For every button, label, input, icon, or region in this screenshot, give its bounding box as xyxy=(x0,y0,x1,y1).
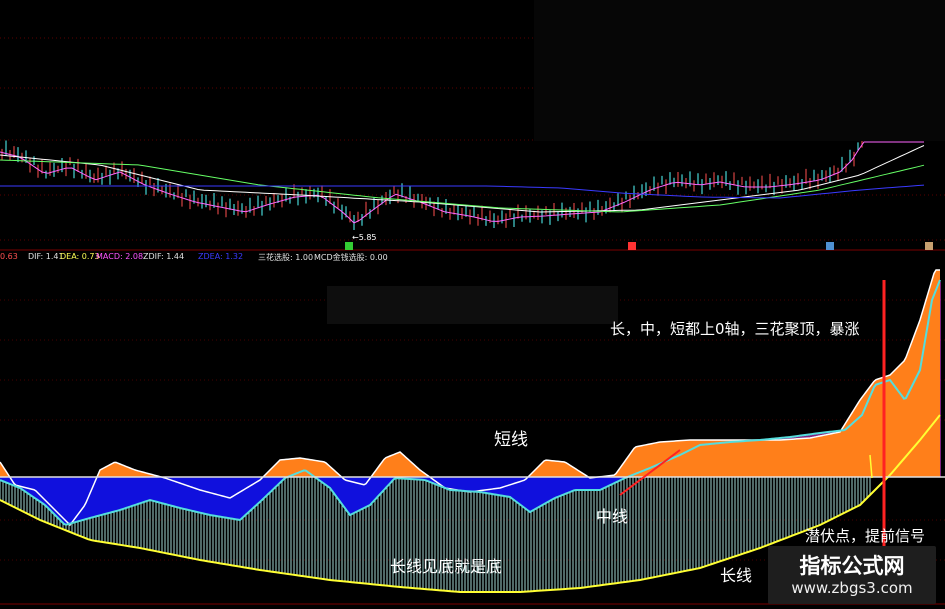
ma-extra-line xyxy=(0,145,925,213)
price-panel: ←5.85 xyxy=(0,134,933,250)
long-line-label: 长线 xyxy=(720,566,753,585)
watermark: 指标公式网 www.zbgs3.com xyxy=(768,546,936,604)
redacted-region xyxy=(327,286,618,324)
indicator-grid xyxy=(0,299,945,561)
indicator-title-item: 三花选股: 1.00 xyxy=(258,253,314,262)
indicator-title-item: 0.63 xyxy=(0,252,18,261)
mid-line-label: 中线 xyxy=(596,507,629,526)
indicator-title-item: DIF: 1.41 xyxy=(28,252,64,261)
indicator-title-item: DEA: 0.73 xyxy=(60,252,100,261)
event-marker xyxy=(925,242,933,250)
price-low-marker: ←5.85 xyxy=(352,233,377,242)
long-line-bottom-label: 长线见底就是底 xyxy=(390,557,503,576)
watermark-url: www.zbgs3.com xyxy=(791,579,913,597)
event-marker xyxy=(345,242,353,250)
ambush-signal-label: 潜伏点，提前信号 xyxy=(805,527,926,545)
top-signal-label: 长，中，短都上0轴，三花聚顶，暴涨 xyxy=(610,320,860,338)
short-line-label: 短线 xyxy=(494,430,528,450)
indicator-title-item: ZDEA: 1.32 xyxy=(198,252,244,261)
redacted-region xyxy=(534,0,945,141)
watermark-title: 指标公式网 xyxy=(799,554,905,578)
indicator-title-item: MCD金钱选股: 0.00 xyxy=(314,253,388,262)
indicator-title-item: MACD: 2.08 xyxy=(96,252,144,261)
event-marker xyxy=(826,242,834,250)
indicator-title-item: ZDIF: 1.44 xyxy=(143,252,185,261)
event-marker xyxy=(628,242,636,250)
